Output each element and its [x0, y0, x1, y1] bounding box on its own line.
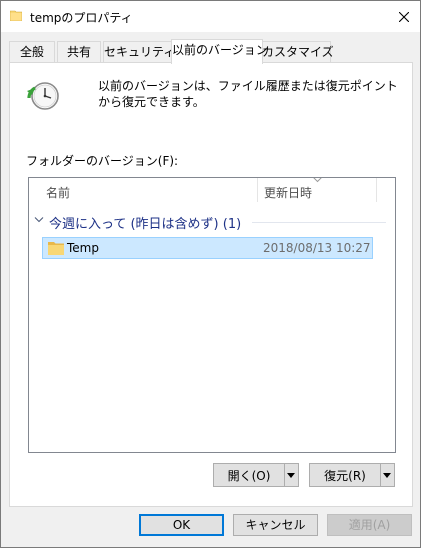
tab-customize[interactable]: カスタマイズ — [261, 41, 334, 63]
restore-clock-icon — [27, 82, 59, 110]
dropdown-arrow-icon — [287, 472, 295, 478]
tab-sharing[interactable]: 共有 — [57, 41, 101, 63]
restore-dropdown-button[interactable] — [380, 464, 394, 486]
open-split-button[interactable]: 開く(O) — [213, 463, 299, 487]
open-dropdown-button[interactable] — [284, 464, 298, 486]
description-text: 以前のバージョンは、ファイル履歴または復元ポイントから復元できます。 — [98, 79, 398, 109]
close-button[interactable] — [388, 1, 420, 32]
previous-versions-panel: 以前のバージョンは、ファイル履歴または復元ポイントから復元できます。 フォルダー… — [9, 62, 413, 507]
group-divider — [252, 222, 386, 223]
close-icon — [399, 11, 409, 22]
ok-button[interactable]: OK — [139, 514, 224, 536]
column-separator[interactable] — [376, 178, 377, 202]
open-button[interactable]: 開く(O) — [214, 464, 284, 486]
list-item[interactable]: Temp 2018/08/13 10:27 — [42, 237, 373, 259]
item-name: Temp — [67, 241, 99, 255]
tab-previous-versions[interactable]: 以前のバージョン — [171, 39, 268, 64]
tab-general[interactable]: 全般 — [9, 41, 55, 63]
folder-versions-label: フォルダーのバージョン(F): — [26, 154, 179, 168]
versions-list[interactable]: 名前 更新日時 今週に入って (昨日は含めず) (1) Temp 2018/08… — [28, 177, 396, 453]
tab-security[interactable]: セキュリティ — [103, 41, 175, 63]
properties-window: tempのプロパティ 全般 共有 セキュリティ 以前のバージョン カスタマイズ … — [0, 0, 421, 548]
column-header-modified[interactable]: 更新日時 — [264, 184, 312, 201]
sort-chevron-icon — [313, 178, 322, 183]
title-bar: tempのプロパティ — [1, 1, 420, 32]
item-modified: 2018/08/13 10:27 — [263, 241, 371, 255]
folder-icon — [10, 10, 22, 21]
group-header-this-week[interactable]: 今週に入って (昨日は含めず) (1) — [34, 212, 386, 232]
column-header-name[interactable]: 名前 — [46, 184, 70, 201]
column-header-row: 名前 更新日時 — [29, 178, 395, 202]
dropdown-arrow-icon — [383, 472, 391, 478]
chevron-down-icon — [34, 217, 44, 223]
restore-split-button[interactable]: 復元(R) — [309, 463, 395, 487]
column-separator[interactable] — [257, 178, 258, 202]
window-title: tempのプロパティ — [30, 11, 133, 25]
folder-icon — [48, 242, 64, 255]
restore-button[interactable]: 復元(R) — [310, 464, 380, 486]
group-label: 今週に入って (昨日は含めず) (1) — [49, 217, 242, 232]
cancel-button[interactable]: キャンセル — [233, 514, 318, 536]
apply-button[interactable]: 適用(A) — [327, 514, 412, 536]
